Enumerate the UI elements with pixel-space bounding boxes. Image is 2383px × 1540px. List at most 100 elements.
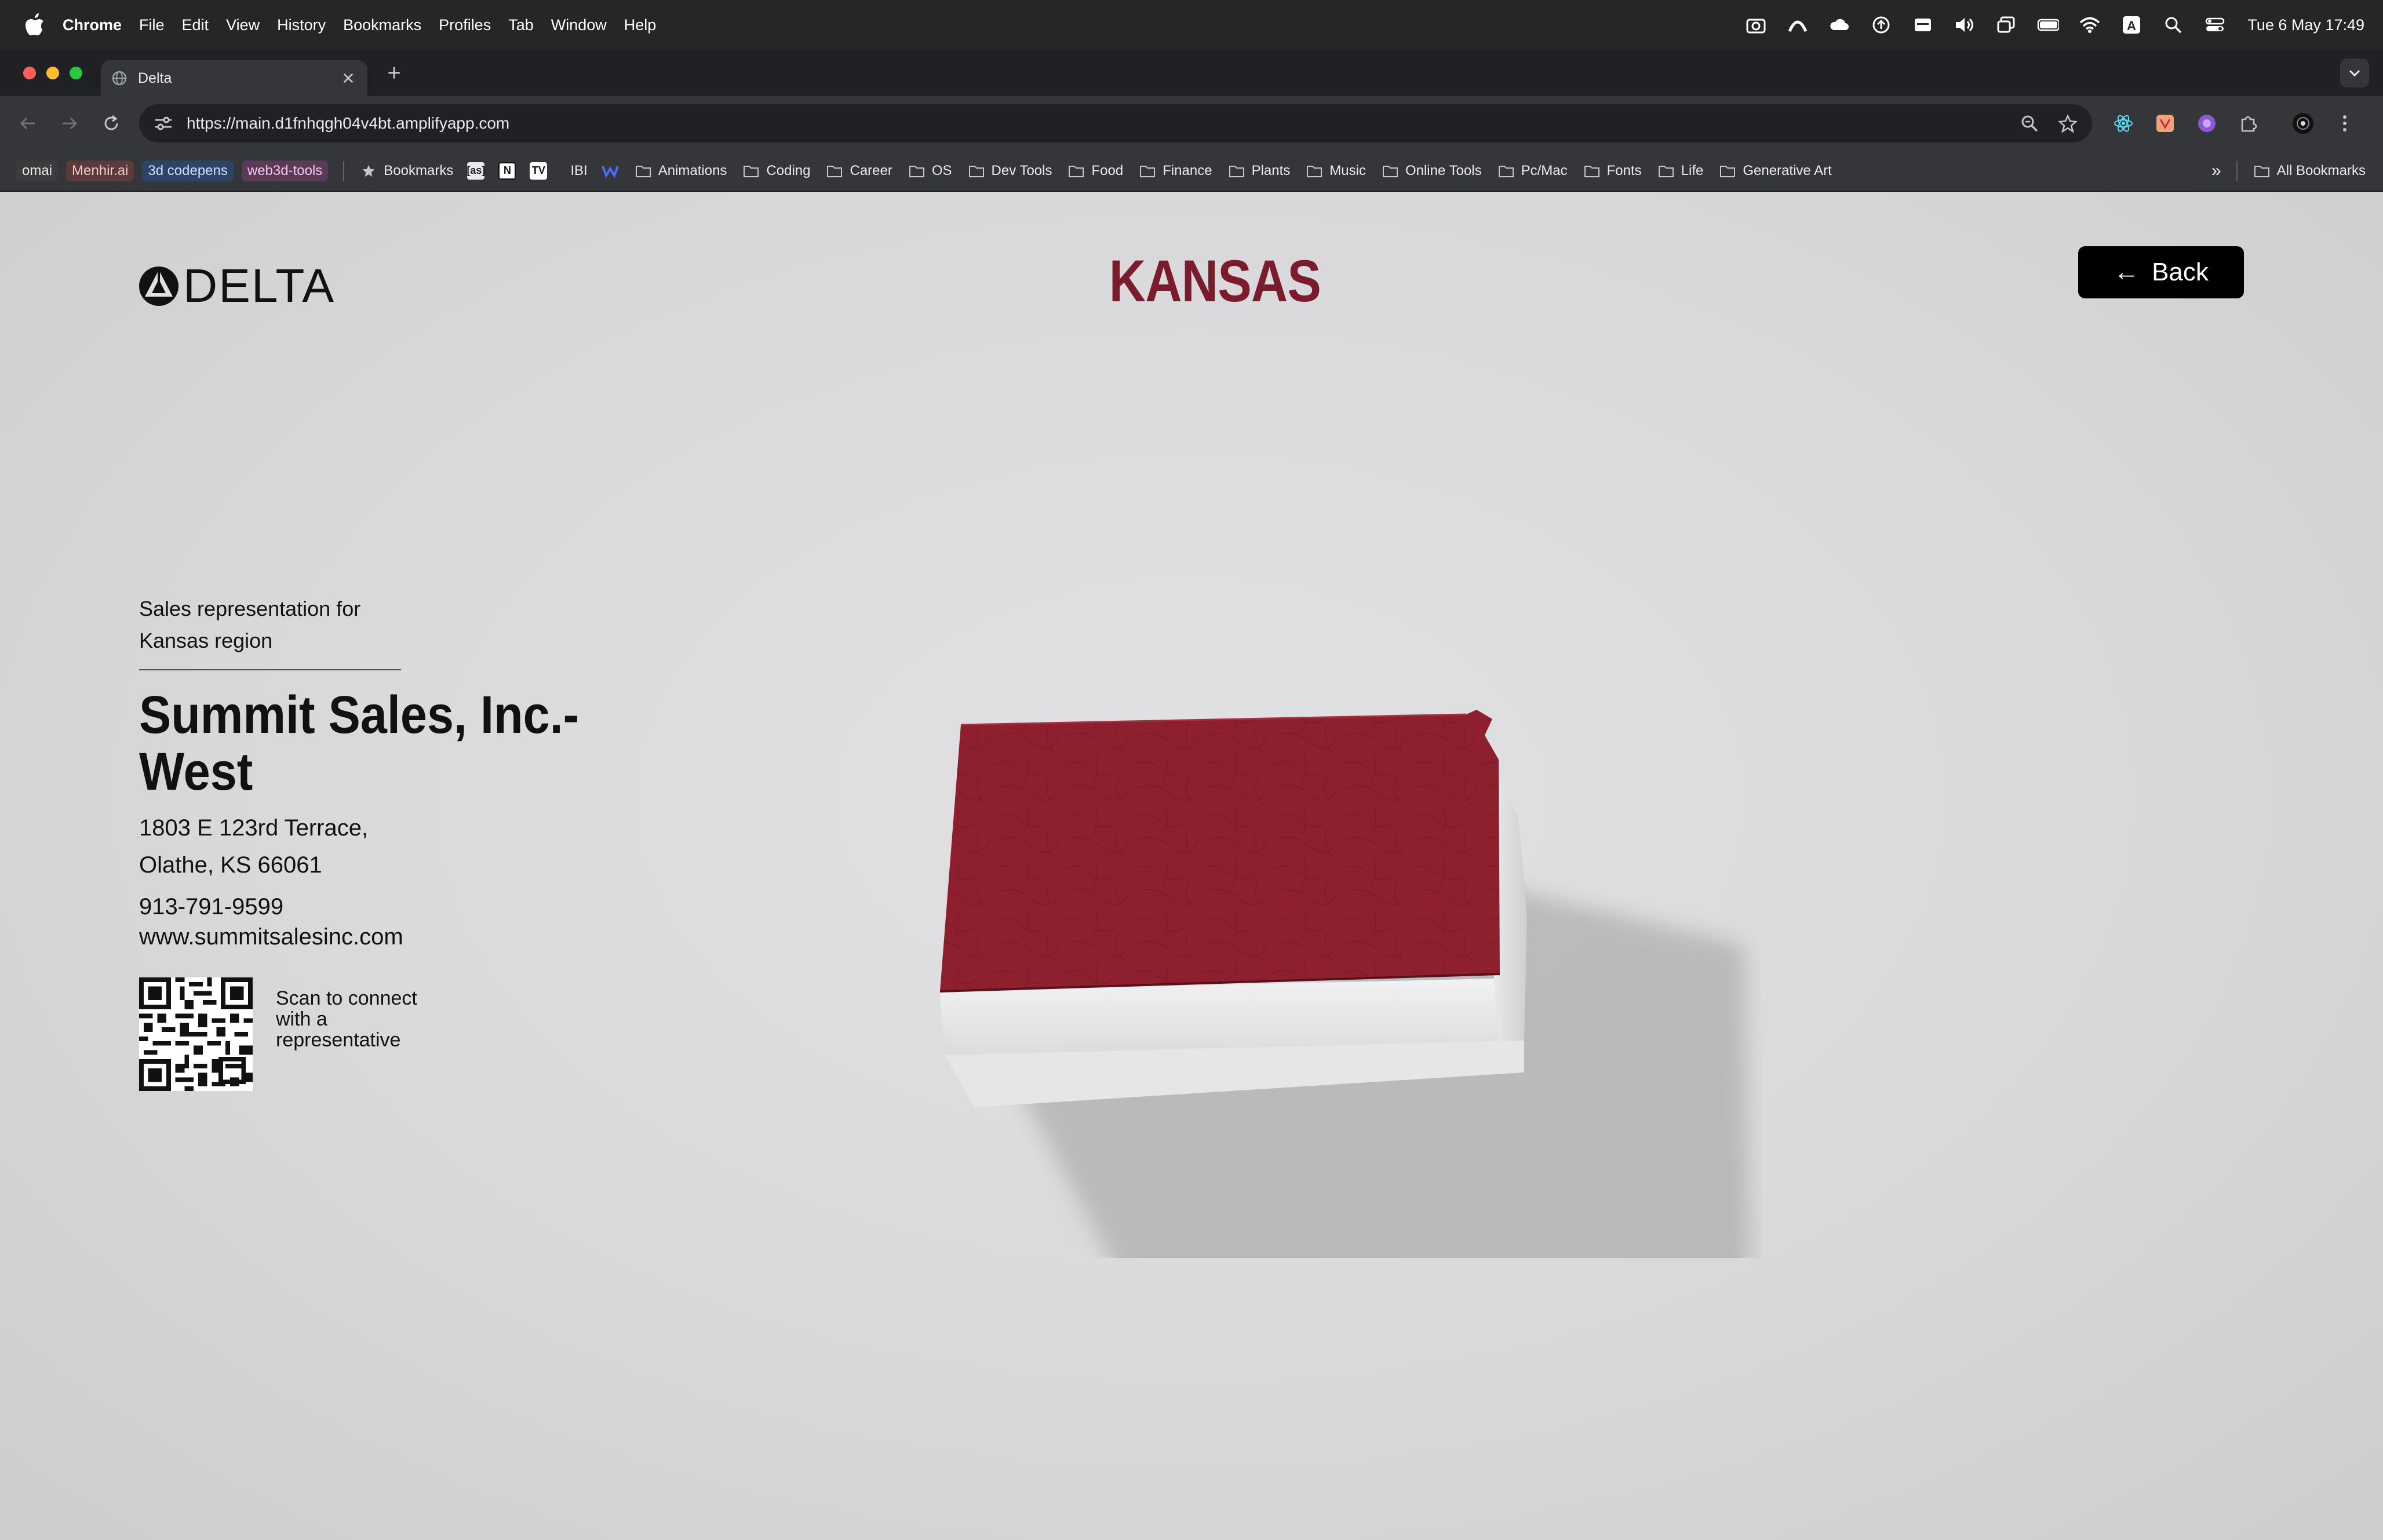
- menu-profiles[interactable]: Profiles: [439, 16, 491, 34]
- menu-file[interactable]: File: [139, 16, 165, 34]
- forward-nav-button[interactable]: [53, 107, 86, 140]
- bookmark-folder-pc-mac[interactable]: Pc/Mac: [1498, 163, 1568, 179]
- folder-label: Plants: [1251, 162, 1291, 178]
- folder-label: Finance: [1163, 162, 1212, 178]
- rep-region-label: Sales representation for Kansas region: [139, 597, 361, 652]
- chevron-down-icon: [2349, 70, 2360, 77]
- folder-icon: [635, 165, 651, 177]
- bookmarks-bar: omai Menhir.ai 3d codepens web3d-tools B…: [0, 151, 2383, 191]
- folder-icon: [968, 165, 984, 177]
- camera-icon[interactable]: [1745, 14, 1767, 36]
- bookmark-folder-dev-tools[interactable]: Dev Tools: [968, 163, 1052, 179]
- calendar-icon[interactable]: [1912, 14, 1934, 36]
- extensions-puzzle-icon[interactable]: [2235, 110, 2262, 137]
- clock[interactable]: Tue 6 May 17:49: [2247, 16, 2364, 34]
- reload-icon: [104, 115, 118, 130]
- folder-label: OS: [931, 162, 952, 178]
- folder-icon: [1382, 165, 1398, 177]
- new-tab-button[interactable]: +: [382, 60, 406, 86]
- page-content: DELTA KANSAS ← Back Sales representation…: [0, 192, 2383, 1540]
- wifi-icon[interactable]: [2079, 14, 2101, 36]
- delta-logo[interactable]: DELTA: [138, 259, 335, 313]
- apple-menu-icon[interactable]: [23, 11, 46, 39]
- back-button[interactable]: ← Back: [2078, 246, 2244, 298]
- bookmark-bookmarks[interactable]: Bookmarks: [360, 163, 453, 179]
- bookmark-folder-generative-art[interactable]: Generative Art: [1719, 163, 1832, 179]
- menu-history[interactable]: History: [277, 16, 326, 34]
- back-nav-button[interactable]: [12, 107, 44, 140]
- bookmark-star-icon[interactable]: [2056, 112, 2079, 135]
- tab-search-button[interactable]: [2340, 59, 2369, 87]
- site-info-icon[interactable]: [152, 112, 175, 135]
- tab-close-icon[interactable]: ✕: [340, 70, 357, 87]
- tab-delta[interactable]: Delta ✕: [101, 60, 367, 96]
- screen-mirror-icon[interactable]: [1995, 14, 2017, 36]
- bookmark-as-icon[interactable]: [as]: [467, 162, 485, 180]
- menu-view[interactable]: View: [226, 16, 260, 34]
- input-source-icon[interactable]: A: [2120, 14, 2142, 36]
- bookmark-folder-plants[interactable]: Plants: [1229, 162, 1291, 179]
- all-bookmarks[interactable]: All Bookmarks: [2254, 163, 2366, 179]
- arc-icon[interactable]: [1787, 14, 1809, 36]
- phone-number[interactable]: 913-791-9599: [139, 892, 603, 922]
- menu-app-name[interactable]: Chrome: [63, 16, 122, 34]
- bookmark-folder-food[interactable]: Food: [1068, 163, 1123, 179]
- more-menu-icon[interactable]: [2331, 110, 2359, 137]
- bookmark-folder-os[interactable]: OS: [909, 163, 952, 179]
- url-text[interactable]: https://main.d1fnhqgh04v4bt.amplifyapp.c…: [187, 114, 2003, 133]
- bookmark-ibi[interactable]: IBI: [570, 163, 587, 179]
- upload-circle-icon[interactable]: [1870, 14, 1892, 36]
- menu-edit[interactable]: Edit: [182, 16, 209, 34]
- cloud-icon[interactable]: [1828, 14, 1850, 36]
- bookmark-folder-animations[interactable]: Animations: [635, 163, 727, 179]
- close-window-button[interactable]: [23, 67, 36, 79]
- zoom-window-button[interactable]: [70, 67, 82, 79]
- menu-window[interactable]: Window: [551, 16, 607, 34]
- folder-label: Pc/Mac: [1521, 162, 1568, 178]
- extension-orange-icon[interactable]: [2151, 110, 2179, 137]
- folder-label: Music: [1329, 162, 1366, 178]
- react-devtools-icon[interactable]: [2109, 110, 2137, 137]
- volume-icon[interactable]: [1954, 14, 1976, 36]
- website-link[interactable]: www.summitsalesinc.com: [139, 922, 603, 952]
- reload-button[interactable]: [95, 107, 127, 140]
- kansas-3d-map[interactable]: [921, 702, 1762, 1258]
- address-bar[interactable]: https://main.d1fnhqgh04v4bt.amplifyapp.c…: [139, 104, 2092, 143]
- folder-icon: [2254, 165, 2269, 177]
- bookmark-chip-menhir[interactable]: Menhir.ai: [66, 160, 134, 181]
- bookmark-folder-online-tools[interactable]: Online Tools: [1382, 163, 1482, 179]
- bookmark-chip-3d-codepens[interactable]: 3d codepens: [142, 160, 234, 181]
- minimize-window-button[interactable]: [46, 67, 59, 79]
- profile-avatar[interactable]: [2289, 110, 2317, 137]
- bookmarks-bar-right: » All Bookmarks: [2195, 160, 2366, 181]
- spotlight-search-icon[interactable]: [2162, 14, 2184, 36]
- star-icon: [363, 165, 375, 177]
- extension-purple-icon[interactable]: [2193, 110, 2221, 137]
- bookmark-folder-finance[interactable]: Finance: [1139, 163, 1212, 179]
- arrow-left-icon: [20, 117, 35, 130]
- bookmark-folder-fonts[interactable]: Fonts: [1584, 163, 1642, 179]
- folder-icon: [744, 165, 759, 177]
- qr-code[interactable]: [139, 977, 253, 1091]
- qr-caption: Scan to connect with a representative: [276, 987, 417, 1051]
- address-line-1: 1803 E 123rd Terrace,: [139, 815, 369, 841]
- menu-bookmarks[interactable]: Bookmarks: [343, 16, 421, 34]
- folder-icon: [1307, 165, 1322, 177]
- bookmark-chip-web3d-tools[interactable]: web3d-tools: [241, 160, 329, 181]
- control-center-icon[interactable]: [2204, 14, 2226, 36]
- menu-tab[interactable]: Tab: [508, 16, 534, 34]
- folder-label: Dev Tools: [991, 162, 1052, 178]
- delta-widget-icon: [139, 267, 178, 306]
- bookmark-tv-icon[interactable]: TV: [530, 162, 548, 180]
- menu-help[interactable]: Help: [624, 16, 657, 34]
- folder-label: Fonts: [1606, 162, 1642, 178]
- zoom-icon[interactable]: [2018, 112, 2041, 135]
- bookmark-chip-omai[interactable]: omai: [16, 160, 59, 181]
- bookmark-webflow-icon[interactable]: [601, 162, 619, 180]
- bookmark-notion-icon[interactable]: N: [498, 162, 516, 180]
- bookmarks-overflow-icon[interactable]: »: [2211, 161, 2221, 181]
- bookmark-folder-coding[interactable]: Coding: [743, 163, 810, 179]
- bookmark-folder-career[interactable]: Career: [826, 163, 892, 179]
- bookmark-folder-music[interactable]: Music: [1306, 163, 1366, 179]
- bookmark-folder-life[interactable]: Life: [1658, 163, 1703, 179]
